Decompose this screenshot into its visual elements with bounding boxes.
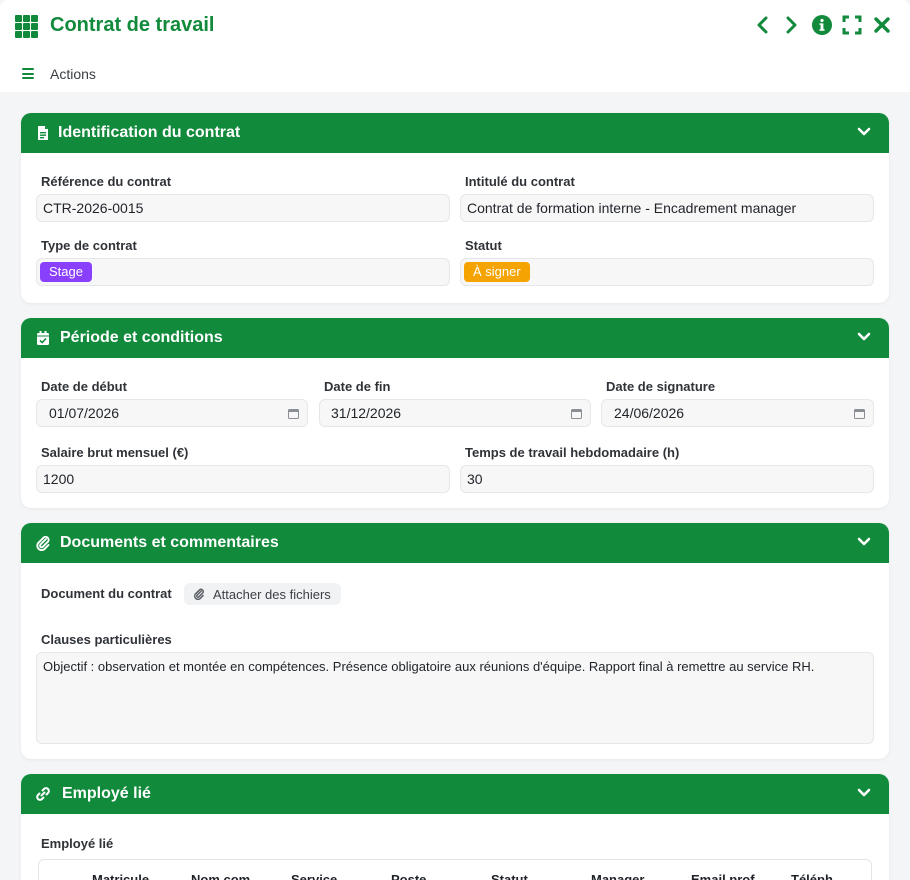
fullscreen-button[interactable] — [842, 14, 862, 36]
date-signature-field[interactable]: 24/06/2026 — [601, 399, 874, 427]
column-header[interactable]: Poste — [391, 872, 426, 880]
type-field[interactable]: Stage — [36, 258, 450, 286]
section-documents: Documents et commentaires Document du co… — [21, 523, 889, 759]
document-label: Document du contrat — [41, 586, 172, 601]
title-bar: Contrat de travail — [0, 0, 910, 56]
expand-icon — [842, 15, 862, 35]
type-tag: Stage — [40, 262, 92, 282]
document-icon — [38, 126, 48, 140]
apps-grid-icon[interactable] — [15, 15, 40, 38]
salaire-label: Salaire brut mensuel (€) — [41, 445, 189, 460]
reference-label: Référence du contrat — [41, 174, 172, 189]
statut-label: Statut — [465, 238, 502, 253]
column-header[interactable]: Téléph... — [791, 872, 844, 880]
salaire-field[interactable]: 1200 — [36, 465, 450, 493]
calendar-check-icon — [37, 331, 49, 345]
section-employe-header[interactable]: Employé lié — [21, 774, 889, 814]
window-controls — [752, 14, 892, 36]
section-identification-header[interactable]: Identification du contrat — [21, 113, 889, 153]
status-badge: À signer — [464, 262, 530, 282]
info-icon — [812, 15, 832, 35]
date-debut-label: Date de début — [41, 379, 127, 394]
section-employe: Employé lié Employé lié Matricule Nom co… — [21, 774, 889, 880]
employe-table[interactable]: Matricule Nom com... Service Poste Statu… — [38, 859, 872, 880]
close-button[interactable] — [872, 14, 892, 36]
section-periode-header[interactable]: Période et conditions — [21, 318, 889, 358]
close-icon — [874, 17, 890, 33]
link-icon — [36, 787, 50, 801]
info-button[interactable] — [812, 14, 832, 36]
calendar-icon[interactable] — [854, 408, 865, 419]
temps-field[interactable]: 30 — [460, 465, 874, 493]
chevron-down-icon[interactable] — [857, 332, 871, 342]
reference-field[interactable]: CTR-2026-0015 — [36, 194, 450, 222]
date-fin-label: Date de fin — [324, 379, 391, 394]
intitule-label: Intitulé du contrat — [465, 174, 575, 189]
clauses-label: Clauses particulières — [41, 632, 172, 647]
window-title: Contrat de travail — [50, 14, 215, 36]
date-debut-field[interactable]: 01/07/2026 — [36, 399, 308, 427]
chevron-down-icon[interactable] — [857, 127, 871, 137]
date-debut-value: 01/07/2026 — [49, 405, 120, 421]
column-header[interactable]: Service — [291, 872, 337, 880]
paperclip-icon — [193, 588, 204, 600]
action-bar: Actions — [0, 56, 910, 92]
column-header[interactable]: Matricule — [92, 872, 149, 880]
section-identification-title: Identification du contrat — [58, 124, 241, 141]
date-fin-field[interactable]: 31/12/2026 — [319, 399, 591, 427]
chevron-left-icon — [757, 16, 768, 34]
section-identification: Identification du contrat Référence du c… — [21, 113, 889, 303]
intitule-field[interactable]: Contrat de formation interne - Encadreme… — [460, 194, 874, 222]
section-documents-title: Documents et commentaires — [60, 534, 279, 551]
actions-menu[interactable]: Actions — [50, 66, 96, 82]
chevron-down-icon[interactable] — [857, 537, 871, 547]
chevron-right-icon — [786, 16, 797, 34]
paperclip-icon — [36, 535, 50, 551]
column-header[interactable]: Nom com... — [191, 872, 261, 880]
previous-record-button[interactable] — [752, 14, 772, 36]
employe-label: Employé lié — [41, 836, 114, 851]
attach-files-button[interactable]: Attacher des fichiers — [184, 583, 341, 605]
section-employe-title: Employé lié — [62, 785, 151, 802]
clauses-textarea[interactable]: Objectif : observation et montée en comp… — [36, 652, 874, 744]
attach-files-label: Attacher des fichiers — [213, 586, 331, 602]
type-label: Type de contrat — [41, 238, 137, 253]
calendar-icon[interactable] — [288, 408, 299, 419]
section-periode: Période et conditions Date de début 01/0… — [21, 318, 889, 508]
column-header[interactable]: Email prof... — [691, 872, 765, 880]
column-header[interactable]: Statut — [491, 872, 528, 880]
next-record-button[interactable] — [782, 14, 802, 36]
date-fin-value: 31/12/2026 — [331, 405, 402, 421]
form-content[interactable]: Identification du contrat Référence du c… — [0, 92, 910, 880]
temps-label: Temps de travail hebdomadaire (h) — [465, 445, 680, 460]
section-documents-header[interactable]: Documents et commentaires — [21, 523, 889, 563]
column-header[interactable]: Manager — [591, 872, 644, 880]
contract-window: Contrat de travail Actions Identificatio… — [0, 0, 910, 880]
statut-field[interactable]: À signer — [460, 258, 874, 286]
date-signature-value: 24/06/2026 — [614, 405, 685, 421]
hamburger-menu-icon[interactable] — [22, 68, 34, 79]
section-periode-title: Période et conditions — [60, 329, 223, 346]
calendar-icon[interactable] — [571, 408, 582, 419]
chevron-down-icon[interactable] — [857, 788, 871, 798]
date-signature-label: Date de signature — [606, 379, 716, 394]
